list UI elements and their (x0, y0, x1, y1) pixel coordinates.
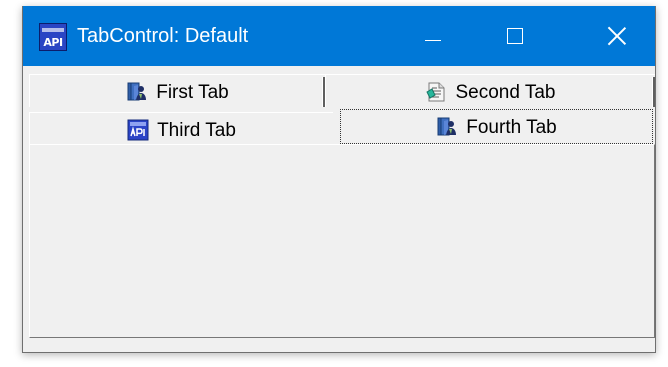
close-icon (605, 24, 629, 48)
maximize-icon (507, 28, 523, 44)
window-title: TabControl: Default (77, 25, 249, 47)
window-client-area: First Tab Second Tab Third Tab Fourth Ta… (23, 66, 655, 352)
tab-second-label: Second Tab (455, 81, 556, 103)
maximize-button[interactable] (485, 6, 549, 66)
window-titlebar[interactable]: API TabControl: Default (23, 6, 655, 66)
tab-third[interactable]: Third Tab (29, 112, 333, 148)
tab-third-label: Third Tab (157, 119, 236, 141)
tab-strip: First Tab Second Tab Third Tab Fourth Ta… (29, 74, 655, 149)
tabcontrol-window: API TabControl: Default First Tab Second… (22, 6, 656, 353)
close-button[interactable] (583, 6, 647, 66)
tab-third-content: Third Tab (30, 118, 333, 142)
minimize-button[interactable] (401, 6, 465, 66)
api-icon (127, 119, 149, 141)
tab-panel (29, 144, 655, 338)
app-api-icon: API (39, 23, 67, 51)
app-icon-label: API (43, 36, 63, 49)
tab-second[interactable]: Second Tab (325, 74, 655, 107)
book-person-icon (126, 81, 148, 103)
tab-fourth-label: Fourth Tab (466, 116, 557, 138)
tab-fourth-selected[interactable]: Fourth Tab (340, 109, 653, 144)
tab-first[interactable]: First Tab (29, 74, 325, 107)
app-icon-header-line (42, 28, 64, 32)
tab-first-label: First Tab (156, 81, 229, 103)
book-person-icon (436, 116, 458, 138)
tab-first-content: First Tab (30, 80, 325, 104)
tab-second-content: Second Tab (326, 80, 655, 104)
document-icon (425, 81, 447, 103)
tab-fourth-content: Fourth Tab (341, 115, 652, 139)
minimize-icon (425, 40, 441, 41)
